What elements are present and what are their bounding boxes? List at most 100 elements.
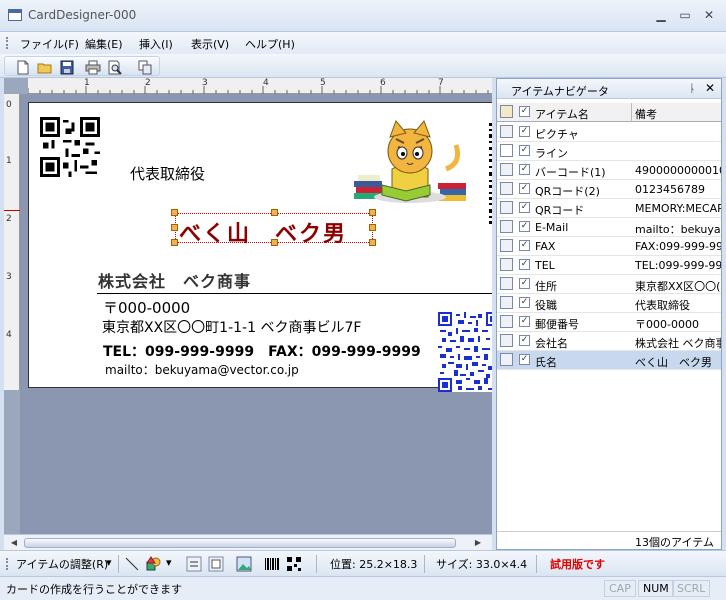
barcode-icon [500, 163, 513, 176]
resize-handle[interactable] [171, 209, 178, 216]
resize-handle[interactable] [369, 239, 376, 246]
item-navigator-panel: アイテムナビゲータ ᚿ ✕ ✓ アイテム名 備考 ✓ ピクチャ ✓ ライン ✓ … [496, 78, 722, 550]
list-item[interactable]: ✓ 郵便番号 〒000-0000 [497, 313, 721, 332]
ruler-offset [4, 78, 28, 94]
open-icon[interactable] [37, 60, 53, 75]
list-item[interactable]: ✓ ピクチャ [497, 123, 721, 142]
menu-view[interactable]: 表示(V) [191, 36, 229, 52]
qr-tool-icon[interactable] [286, 556, 302, 572]
toolbar-separator [316, 555, 317, 573]
item-name: 郵便番号 [535, 318, 579, 331]
qr-code-small[interactable] [40, 117, 100, 177]
item-note: 0123456789 [635, 183, 705, 196]
menubar-grip[interactable] [6, 37, 9, 49]
scroll-right-icon[interactable]: ▶ [472, 537, 484, 549]
card-company-text[interactable]: 株式会社 ベク商事 [98, 268, 251, 292]
list-item[interactable]: ✓ バーコード(1) 4900000000010 [497, 161, 721, 180]
save-icon[interactable] [59, 60, 75, 75]
resize-handle[interactable] [369, 209, 376, 216]
item-checkbox[interactable]: ✓ [519, 278, 530, 289]
maximize-button[interactable]: ▭ [674, 6, 696, 24]
close-button[interactable]: ✕ [698, 6, 720, 24]
item-checkbox[interactable]: ✓ [519, 221, 530, 232]
design-canvas[interactable]: 代表取締役 べく山 ベク男 株式会社 ベク商事 〒000-0000 東京都XX区… [20, 94, 492, 534]
list-item[interactable]: ✓ 住所 東京都XX区〇〇( [497, 275, 721, 294]
column-header-name[interactable]: アイテム名 [535, 106, 589, 122]
menu-help[interactable]: ヘルプ(H) [245, 36, 295, 52]
resize-handle[interactable] [171, 224, 178, 231]
card-zip-text[interactable]: 〒000-0000 [103, 297, 190, 318]
items-header-icon[interactable] [500, 105, 513, 118]
item-checkbox[interactable]: ✓ [519, 335, 530, 346]
item-checkbox[interactable]: ✓ [519, 354, 530, 365]
text-icon [500, 353, 513, 366]
toolbar-separator [118, 555, 119, 573]
list-item[interactable]: ✓ E-Mail mailto：bekuyam [497, 218, 721, 237]
item-checkbox[interactable]: ✓ [519, 240, 530, 251]
card-tel-fax-text[interactable]: TEL：099-999-9999 FAX：099-999-9999 [103, 341, 421, 361]
mascot-picture[interactable] [352, 119, 469, 207]
menu-edit[interactable]: 編集(E) [85, 36, 123, 52]
pin-icon[interactable]: ᚿ [689, 82, 696, 95]
item-checkbox[interactable]: ✓ [519, 164, 530, 175]
text-icon [500, 296, 513, 309]
card-address-text[interactable]: 東京都XX区〇〇町1-1-1 ベク商事ビル7F [102, 317, 361, 337]
list-item[interactable]: ✓ FAX FAX:099-999-99 [497, 237, 721, 256]
item-checkbox[interactable]: ✓ [519, 202, 530, 213]
card-title-text[interactable]: 代表取締役 [130, 163, 205, 184]
position-readout: 位置: 25.2×18.3 [330, 558, 418, 571]
item-name: FAX [535, 240, 556, 253]
column-header-note[interactable]: 備考 [635, 106, 721, 122]
resize-handle[interactable] [271, 209, 278, 216]
toolbar-grip[interactable] [6, 558, 9, 570]
menu-insert[interactable]: 挿入(I) [139, 36, 173, 52]
list-item[interactable]: ✓ 役職 代表取締役 [497, 294, 721, 313]
barcode-tool-icon[interactable] [264, 556, 280, 572]
copy-icon[interactable] [137, 60, 153, 75]
header-checkbox[interactable]: ✓ [519, 106, 530, 117]
resize-handle[interactable] [171, 239, 178, 246]
qr-code-large[interactable] [438, 311, 492, 393]
ruler-ticks [28, 86, 489, 94]
list-item[interactable]: ✓ QRコード MEMORY:MECAR [497, 199, 721, 218]
card-mail-text[interactable]: mailto：bekuyama@vector.co.jp [105, 361, 299, 378]
textbox-tool-icon[interactable] [208, 556, 224, 572]
item-checkbox[interactable]: ✓ [519, 297, 530, 308]
card-name-text[interactable]: べく山 ベク男 [179, 216, 347, 248]
print-icon[interactable] [85, 60, 101, 75]
minimize-button[interactable]: ▁ [650, 6, 672, 24]
item-checkbox[interactable]: ✓ [519, 316, 530, 327]
horizontal-scrollbar[interactable]: ◀ ▶ [4, 534, 492, 550]
barcode-picture[interactable] [489, 123, 492, 228]
column-divider[interactable] [631, 103, 632, 122]
card-divider-line[interactable] [97, 293, 492, 294]
text-tool-icon[interactable] [186, 556, 202, 572]
print-preview-icon[interactable] [107, 60, 123, 75]
menu-file[interactable]: ファイル(F) [20, 36, 79, 52]
list-item[interactable]: ✓ QRコード(2) 0123456789 [497, 180, 721, 199]
item-checkbox[interactable]: ✓ [519, 183, 530, 194]
scroll-left-icon[interactable]: ◀ [8, 537, 20, 549]
item-name: 会社名 [535, 337, 568, 350]
scroll-thumb[interactable] [24, 538, 456, 548]
vertical-ruler: 0 1 2 3 4 [4, 94, 20, 534]
item-checkbox[interactable]: ✓ [519, 145, 530, 156]
list-item[interactable]: ✓ 会社名 株式会社 ベク商事 [497, 332, 721, 351]
toolbar-separator [536, 555, 537, 573]
shape-tool-icon[interactable] [146, 556, 162, 572]
list-item[interactable]: ✓ ライン [497, 142, 721, 161]
adjust-items-dropdown[interactable]: アイテムの調整(R) [16, 556, 108, 572]
line-tool-icon[interactable] [124, 556, 140, 572]
chevron-down-icon[interactable]: ▾ [106, 556, 112, 569]
new-icon[interactable] [15, 60, 31, 75]
chevron-down-icon[interactable]: ▾ [166, 556, 172, 569]
close-icon[interactable]: ✕ [705, 81, 715, 95]
list-item-selected[interactable]: ✓ 氏名 べく山 ベク男 [497, 351, 721, 370]
item-checkbox[interactable]: ✓ [519, 126, 530, 137]
picture-tool-icon[interactable] [236, 556, 252, 572]
item-checkbox[interactable]: ✓ [519, 259, 530, 270]
business-card[interactable]: 代表取締役 べく山 ベク男 株式会社 ベク商事 〒000-0000 東京都XX区… [28, 102, 492, 392]
resize-handle[interactable] [369, 224, 376, 231]
list-item[interactable]: ✓ TEL TEL:099-999-999 [497, 256, 721, 275]
item-note: 株式会社 ベク商事 [635, 337, 721, 350]
